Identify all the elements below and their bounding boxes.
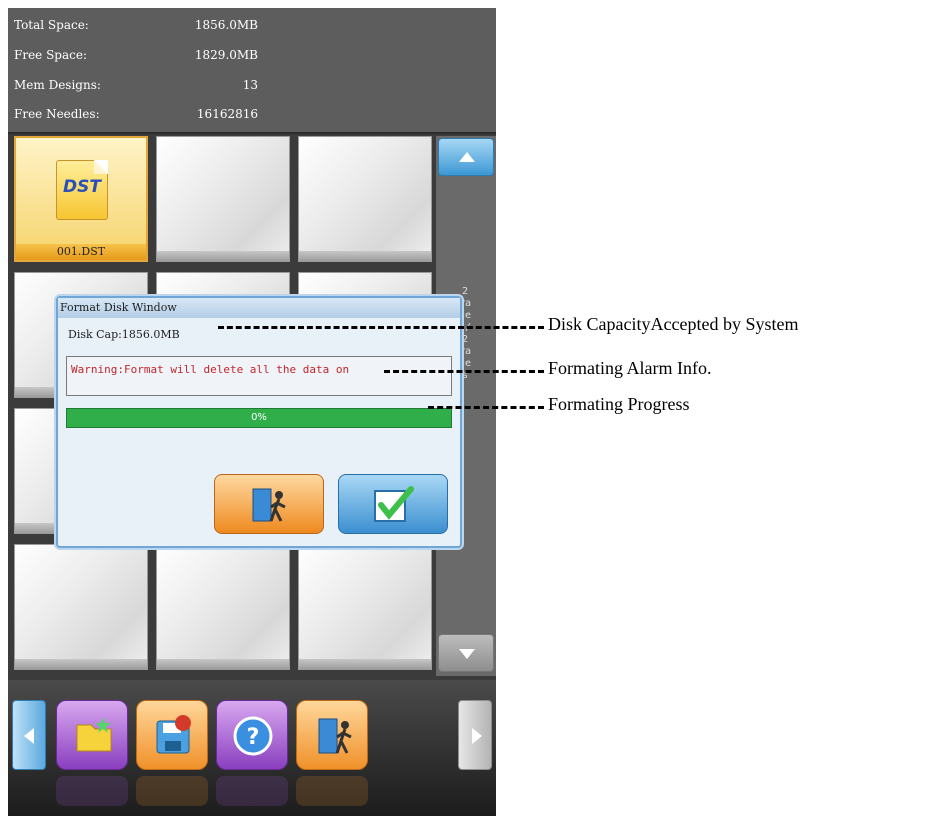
exit-door-icon bbox=[318, 718, 352, 754]
scroll-down-button[interactable] bbox=[438, 634, 494, 672]
mem-designs-value: 13 bbox=[242, 78, 258, 92]
free-space-label: Free Space: bbox=[14, 48, 88, 62]
dialog-title: Format Disk Window bbox=[58, 298, 460, 318]
format-progress-bar: 0% bbox=[66, 408, 452, 428]
disk-format-button[interactable] bbox=[136, 700, 208, 770]
file-tile-selected[interactable]: DST 001.DST bbox=[14, 136, 148, 262]
free-needles-label: Free Needles: bbox=[14, 107, 100, 121]
dialog-exit-button[interactable] bbox=[214, 474, 324, 534]
bottom-toolbar: ? bbox=[8, 680, 496, 816]
annotation-progress: Formating Progress bbox=[548, 394, 690, 414]
total-space-value: 1856.0MB bbox=[194, 18, 258, 32]
format-disk-dialog: Format Disk Window Disk Cap:1856.0MB War… bbox=[56, 296, 462, 548]
arrow-left-icon bbox=[24, 728, 34, 744]
mem-designs-label: Mem Designs: bbox=[14, 78, 101, 92]
button-reflection bbox=[296, 776, 368, 806]
arrow-right-icon bbox=[472, 728, 482, 744]
total-space-row: Total Space: 1856.0MB bbox=[14, 18, 258, 38]
file-tile[interactable] bbox=[298, 136, 432, 262]
button-reflection bbox=[216, 776, 288, 806]
checkmark-icon bbox=[374, 486, 414, 522]
embroidery-disk-screen: Total Space: 1856.0MB Free Space: 1829.0… bbox=[8, 8, 496, 816]
new-folder-icon bbox=[76, 717, 112, 752]
file-tile[interactable] bbox=[156, 136, 290, 262]
dst-file-icon: DST bbox=[56, 160, 108, 220]
file-tile[interactable] bbox=[14, 544, 148, 670]
file-name-label: 001.DST bbox=[16, 244, 146, 260]
disk-capacity-label: Disk Cap:1856.0MB bbox=[68, 328, 180, 341]
button-reflection bbox=[136, 776, 208, 806]
annotation-alarm-info: Formating Alarm Info. bbox=[548, 358, 712, 378]
free-space-row: Free Space: 1829.0MB bbox=[14, 48, 258, 68]
exit-door-icon bbox=[252, 488, 286, 522]
triangle-up-icon bbox=[459, 152, 475, 162]
file-type-label: DST bbox=[63, 177, 101, 197]
dialog-confirm-button[interactable] bbox=[338, 474, 448, 534]
svg-text:?: ? bbox=[247, 725, 260, 750]
mem-designs-row: Mem Designs: 13 bbox=[14, 78, 258, 98]
progress-percent: 0% bbox=[251, 412, 267, 423]
file-tile[interactable] bbox=[298, 544, 432, 670]
annotation-disk-capacity: Disk CapacityAccepted by System bbox=[548, 314, 799, 334]
disk-info-panel: Total Space: 1856.0MB Free Space: 1829.0… bbox=[8, 8, 496, 134]
annotation-leader-line bbox=[384, 370, 544, 373]
scroll-up-button[interactable] bbox=[438, 138, 494, 176]
file-tile[interactable] bbox=[156, 544, 290, 670]
annotation-leader-line bbox=[218, 326, 544, 329]
new-folder-button[interactable] bbox=[56, 700, 128, 770]
exit-button[interactable] bbox=[296, 700, 368, 770]
free-space-value: 1829.0MB bbox=[194, 48, 258, 62]
free-needles-value: 16162816 bbox=[196, 107, 258, 121]
toolbar-next-button[interactable] bbox=[458, 700, 492, 770]
triangle-down-icon bbox=[459, 649, 475, 659]
help-button[interactable]: ? bbox=[216, 700, 288, 770]
disk-format-icon bbox=[156, 715, 191, 754]
help-icon: ? bbox=[233, 716, 273, 756]
button-reflection bbox=[56, 776, 128, 806]
total-space-label: Total Space: bbox=[14, 18, 89, 32]
free-needles-row: Free Needles: 16162816 bbox=[14, 107, 258, 127]
toolbar-prev-button[interactable] bbox=[12, 700, 46, 770]
format-warning-message: Warning:Format will delete all the data … bbox=[66, 356, 452, 396]
annotation-leader-line bbox=[428, 406, 544, 409]
